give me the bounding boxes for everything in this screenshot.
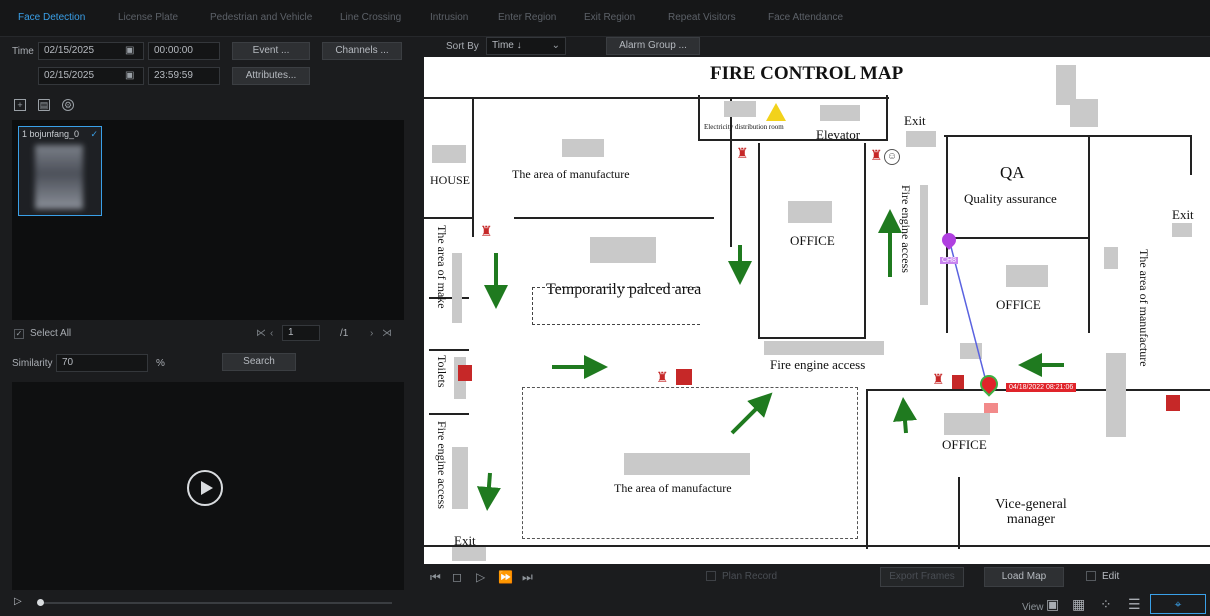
tab-license-plate[interactable]: License Plate [118,12,178,23]
prev-page-icon[interactable]: ‹ [270,328,273,339]
hydrant-icon [1166,395,1180,411]
similarity-value: 70 [62,357,74,368]
face-image [35,145,83,209]
progress-handle[interactable] [37,599,44,606]
grid-medium-icon[interactable]: ▦ [1072,596,1085,613]
page-total: /1 [340,328,349,339]
tab-enter-region[interactable]: Enter Region [498,12,556,23]
tab-repeat-visitors[interactable]: Repeat Visitors [668,12,736,23]
plan-record-label: Plan Record [722,571,778,582]
similarity-label: Similarity [12,358,53,369]
stop-icon[interactable]: ◻ [452,570,462,584]
play-small-icon[interactable]: ▷ [14,596,22,607]
calendar-icon[interactable]: ▣ [125,70,134,81]
start-date-value: 02/15/2025 [44,45,95,56]
alarm-group-button[interactable]: Alarm Group ... [606,37,700,55]
select-all-checkbox[interactable]: ✓ [14,329,24,339]
skip-back-icon[interactable]: ⏮ [430,570,441,585]
tab-face-detection[interactable]: Face Detection [18,12,85,23]
fast-forward-icon[interactable]: ⏩ [498,570,513,584]
edit-label: Edit [1102,571,1120,582]
calendar-icon[interactable]: ▣ [125,45,134,56]
tab-face-attendance[interactable]: Face Attendance [768,12,843,23]
sort-label: Sort By [446,41,479,52]
load-map-button[interactable]: Load Map [984,567,1064,587]
percent-label: % [156,358,165,369]
result-thumbnail[interactable]: 1 bojunfang_0 ✓ [18,126,102,216]
results-grid: 1 bojunfang_0 ✓ [12,120,404,320]
add-icon[interactable]: + [14,99,26,111]
view-label: View [1022,602,1044,613]
plan-record-checkbox[interactable] [706,571,716,581]
camera-marker-label: CH8 [940,257,959,264]
play-icon[interactable] [187,470,223,506]
select-all-label: Select All [30,328,72,339]
extinguisher-icon: ♜ [870,147,883,163]
extinguisher-icon: ♜ [656,369,669,385]
warning-icon [766,103,786,121]
list-view-icon[interactable]: ☰ [1128,596,1141,613]
search-button[interactable]: Search [222,353,296,371]
sort-select[interactable]: Time ↓ ⌄ [486,37,566,55]
chevron-down-icon: ⌄ [551,40,560,51]
channels-button[interactable]: Channels ... [322,42,402,60]
edit-checkbox[interactable] [1086,571,1096,581]
tab-line-crossing[interactable]: Line Crossing [340,12,401,23]
progress-track[interactable] [40,602,392,604]
extinguisher-icon: ♜ [736,145,749,161]
skip-forward-icon[interactable]: ⏭ [522,570,533,585]
alarm-time-label: 04/18/2022 08:21:06 [1006,383,1077,392]
extinguisher-icon: ♜ [932,371,945,387]
start-time-field[interactable]: 00:00:00 [148,42,220,60]
video-player [12,382,404,590]
check-icon: ✓ [90,129,98,139]
page-current: 1 [288,327,294,338]
end-date-value: 02/15/2025 [44,70,95,81]
map-control-bar: ⏮ ◻ ▷ ⏩ ⏭ Plan Record Export Frames Load… [424,564,1210,590]
time-label: Time [12,46,34,57]
smiley-icon: ☺ [884,149,900,165]
event-button[interactable]: Event ... [232,42,310,60]
export-frames-button[interactable]: Export Frames [880,567,964,587]
tab-intrusion[interactable]: Intrusion [430,12,468,23]
hydrant-icon [676,369,692,385]
grid-large-icon[interactable]: ▣ [1046,596,1059,613]
end-time-value: 23:59:59 [154,70,193,81]
tab-pedestrian-vehicle[interactable]: Pedestrian and Vehicle [210,12,312,23]
end-time-field[interactable]: 23:59:59 [148,67,220,85]
result-thumbnail-label: 1 bojunfang_0 [22,129,80,139]
first-page-icon[interactable]: ⋉ [256,328,266,339]
last-page-icon[interactable]: ⋊ [382,328,392,339]
delete-icon[interactable]: ▤ [38,99,50,111]
hydrant-icon [458,365,472,381]
function-tabs: Face Detection License Plate Pedestrian … [0,0,1210,37]
fire-control-map[interactable]: FIRE CONTROL MAP HOUSE The area of manuf… [424,57,1210,564]
sort-value: Time ↓ [492,40,522,51]
map-view-icon[interactable]: ⌖ [1150,594,1206,614]
hydrant-icon [952,375,964,389]
tab-exit-region[interactable]: Exit Region [584,12,635,23]
settings-icon[interactable]: ⚙ [62,99,74,111]
alarm-snapshot-badge [984,403,998,413]
next-page-icon[interactable]: › [370,328,373,339]
evacuation-arrows [476,209,1064,511]
extinguisher-icon: ♜ [480,223,493,239]
start-time-value: 00:00:00 [154,45,193,56]
play-icon[interactable]: ▷ [476,570,485,584]
grid-small-icon[interactable]: ⁘ [1100,596,1112,613]
similarity-input[interactable]: 70 [56,354,148,372]
attributes-button[interactable]: Attributes... [232,67,310,85]
page-input[interactable]: 1 [282,325,320,341]
